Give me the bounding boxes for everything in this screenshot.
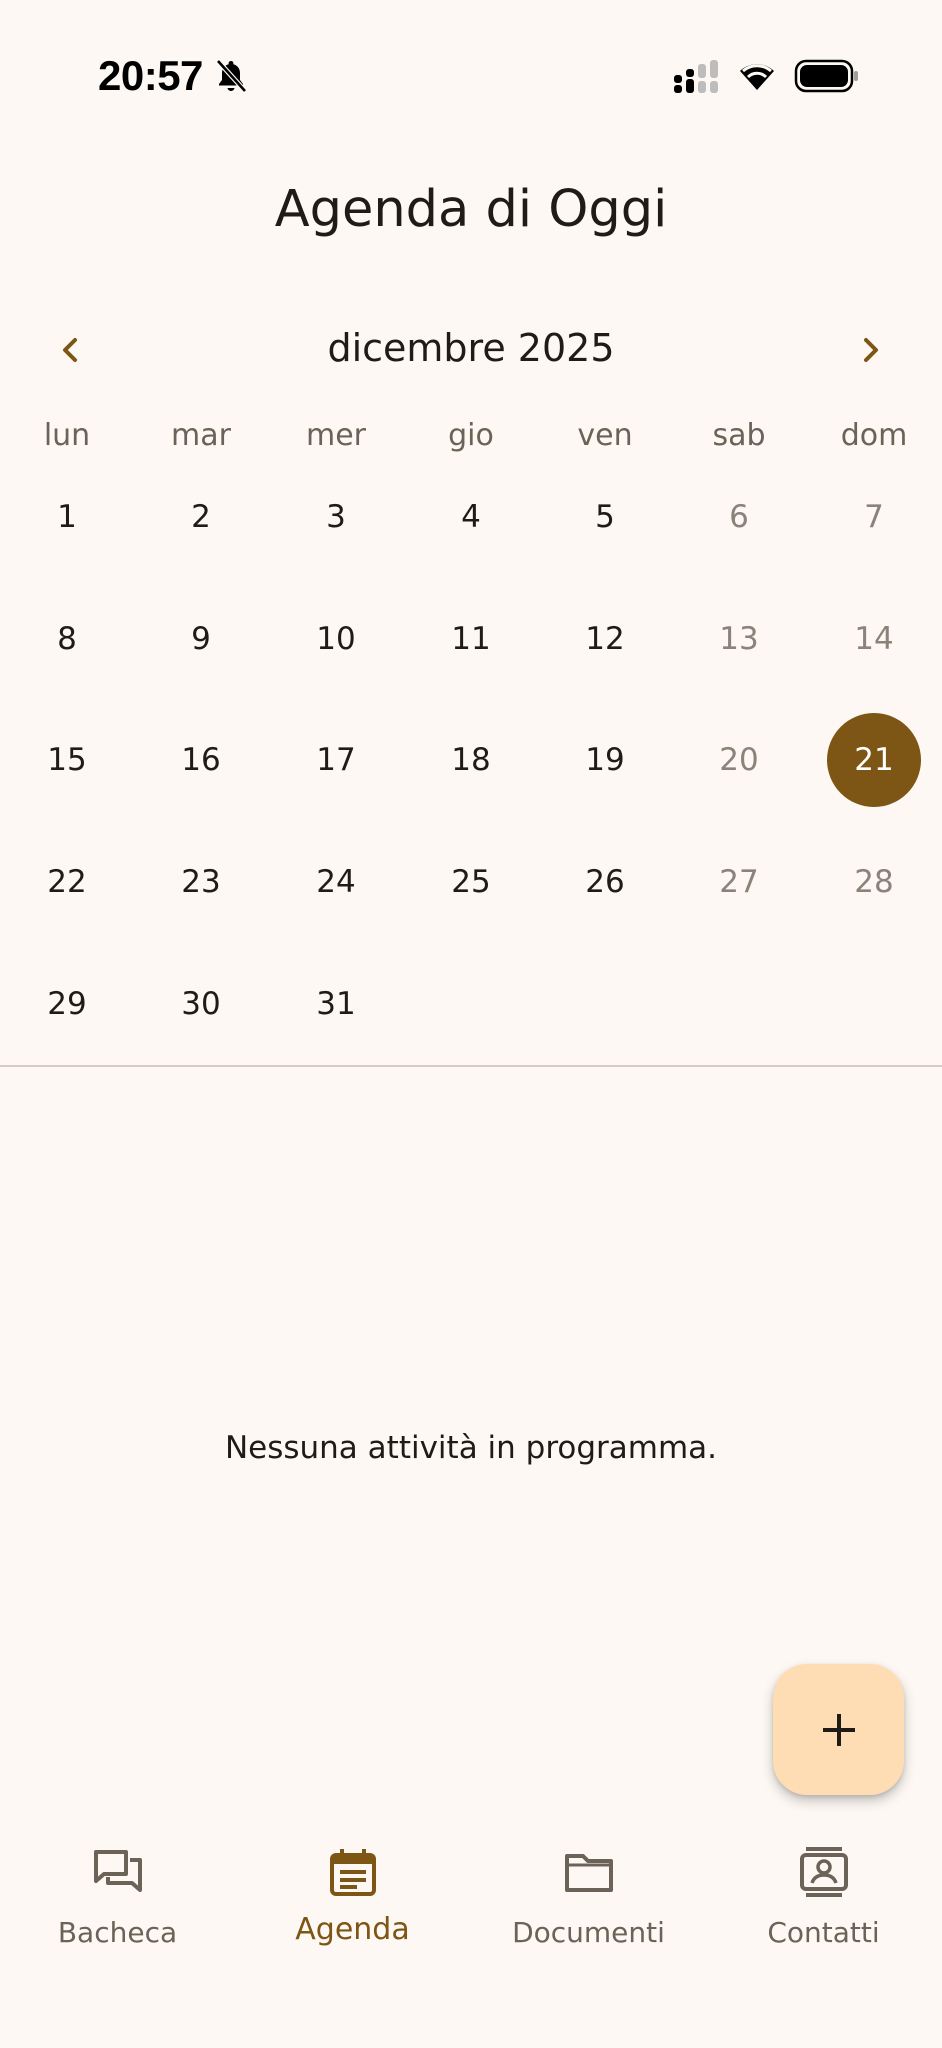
day-number: 19: [585, 742, 625, 778]
calendar-day[interactable]: 3: [269, 472, 403, 562]
nav-label: Bacheca: [57, 1916, 178, 1949]
calendar-day[interactable]: 19: [538, 715, 672, 805]
calendar-day[interactable]: 15: [0, 715, 134, 805]
day-number: 31: [316, 986, 356, 1022]
calendar-day[interactable]: 28: [807, 837, 941, 927]
bell-off-icon: [216, 59, 247, 93]
weekday-label: mer: [305, 418, 366, 453]
day-number: 14: [854, 621, 894, 657]
day-number: 8: [57, 621, 77, 657]
empty-state-message: Nessuna attività in programma.: [224, 1430, 718, 1466]
calendar-day[interactable]: 30: [134, 959, 268, 1049]
month-label: dicembre 2025: [327, 326, 615, 370]
calendar-day[interactable]: 26: [538, 837, 672, 927]
weekday-label: lun: [43, 418, 91, 453]
nav-label: Agenda: [295, 1912, 410, 1947]
status-bar: 20:57: [0, 0, 942, 150]
calendar-day[interactable]: 13: [672, 594, 806, 684]
nav-item-contatti[interactable]: Contatti: [706, 1844, 941, 1984]
day-number: 12: [585, 621, 625, 657]
day-number: 23: [181, 864, 221, 900]
weekday-label: mar: [171, 418, 231, 453]
day-number: 29: [47, 986, 87, 1022]
nav-item-bacheca[interactable]: Bacheca: [0, 1844, 235, 1984]
calendar-day[interactable]: 9: [134, 594, 268, 684]
signal-icon: [674, 60, 718, 93]
folder-icon: [561, 1844, 617, 1900]
day-number: 21: [827, 713, 921, 807]
calendar-day[interactable]: 24: [269, 837, 403, 927]
day-number: 13: [719, 621, 759, 657]
nav-label: Documenti: [512, 1916, 665, 1949]
calendar-day[interactable]: 16: [134, 715, 268, 805]
calendar-day-selected[interactable]: 21: [807, 713, 941, 807]
weekday-header: lun mar mer gio ven sab dom: [0, 418, 942, 468]
day-number: 25: [451, 864, 491, 900]
contacts-icon: [796, 1844, 852, 1900]
calendar-day[interactable]: 4: [404, 472, 538, 562]
calendar-day[interactable]: 14: [807, 594, 941, 684]
day-number: 10: [316, 621, 356, 657]
divider: [0, 1065, 942, 1067]
calendar-day[interactable]: 29: [0, 959, 134, 1049]
calendar-day[interactable]: 17: [269, 715, 403, 805]
calendar-day[interactable]: 2: [134, 472, 268, 562]
calendar-day[interactable]: 31: [269, 959, 403, 1049]
calendar-header: dicembre 2025: [0, 320, 942, 380]
calendar-day[interactable]: 10: [269, 594, 403, 684]
forum-icon: [90, 1844, 146, 1900]
day-number: 26: [585, 864, 625, 900]
wifi-icon: [740, 64, 774, 90]
day-number: 24: [316, 864, 356, 900]
day-number: 1: [57, 499, 77, 535]
day-number: 16: [181, 742, 221, 778]
day-number: 2: [191, 499, 211, 535]
calendar-day[interactable]: 5: [538, 472, 672, 562]
calendar-day[interactable]: 27: [672, 837, 806, 927]
day-number: 7: [864, 499, 884, 535]
battery-icon: [794, 59, 858, 93]
day-number: 3: [326, 499, 346, 535]
calendar-day[interactable]: 25: [404, 837, 538, 927]
day-number: 4: [461, 499, 481, 535]
day-number: 5: [595, 499, 615, 535]
calendar-day[interactable]: 18: [404, 715, 538, 805]
day-number: 15: [47, 742, 87, 778]
day-number: 6: [729, 499, 749, 535]
calendar-day[interactable]: 23: [134, 837, 268, 927]
calendar-day[interactable]: 22: [0, 837, 134, 927]
next-month-button[interactable]: [841, 320, 901, 380]
day-number: 20: [719, 742, 759, 778]
status-time: 20:57: [98, 52, 203, 99]
day-number: 27: [719, 864, 759, 900]
chevron-right-icon: [864, 338, 878, 362]
day-number: 22: [47, 864, 87, 900]
calendar-day[interactable]: 1: [0, 472, 134, 562]
bottom-navigation: Bacheca Agenda Documenti Contatti: [0, 1820, 942, 2048]
calendar-day[interactable]: 20: [672, 715, 806, 805]
weekday-label: gio: [448, 418, 494, 453]
calendar-day[interactable]: 12: [538, 594, 672, 684]
day-number: 9: [191, 621, 211, 657]
weekday-label: sab: [712, 418, 766, 453]
calendar-day[interactable]: 8: [0, 594, 134, 684]
day-number: 18: [451, 742, 491, 778]
nav-label: Contatti: [767, 1916, 880, 1949]
add-event-button[interactable]: [773, 1664, 904, 1795]
plus-icon: [822, 1713, 855, 1746]
nav-item-documenti[interactable]: Documenti: [471, 1844, 706, 1984]
calendar-day[interactable]: 7: [807, 472, 941, 562]
day-number: 28: [854, 864, 894, 900]
calendar-day[interactable]: 6: [672, 472, 806, 562]
calendar-icon: [325, 1844, 381, 1900]
weekday-label: ven: [577, 418, 633, 453]
nav-item-agenda[interactable]: Agenda: [235, 1844, 470, 1984]
calendar-day[interactable]: 11: [404, 594, 538, 684]
day-number: 17: [316, 742, 356, 778]
day-number: 30: [181, 986, 221, 1022]
weekday-label: dom: [840, 418, 908, 453]
day-number: 11: [451, 621, 491, 657]
page-title: Agenda di Oggi: [274, 180, 668, 239]
